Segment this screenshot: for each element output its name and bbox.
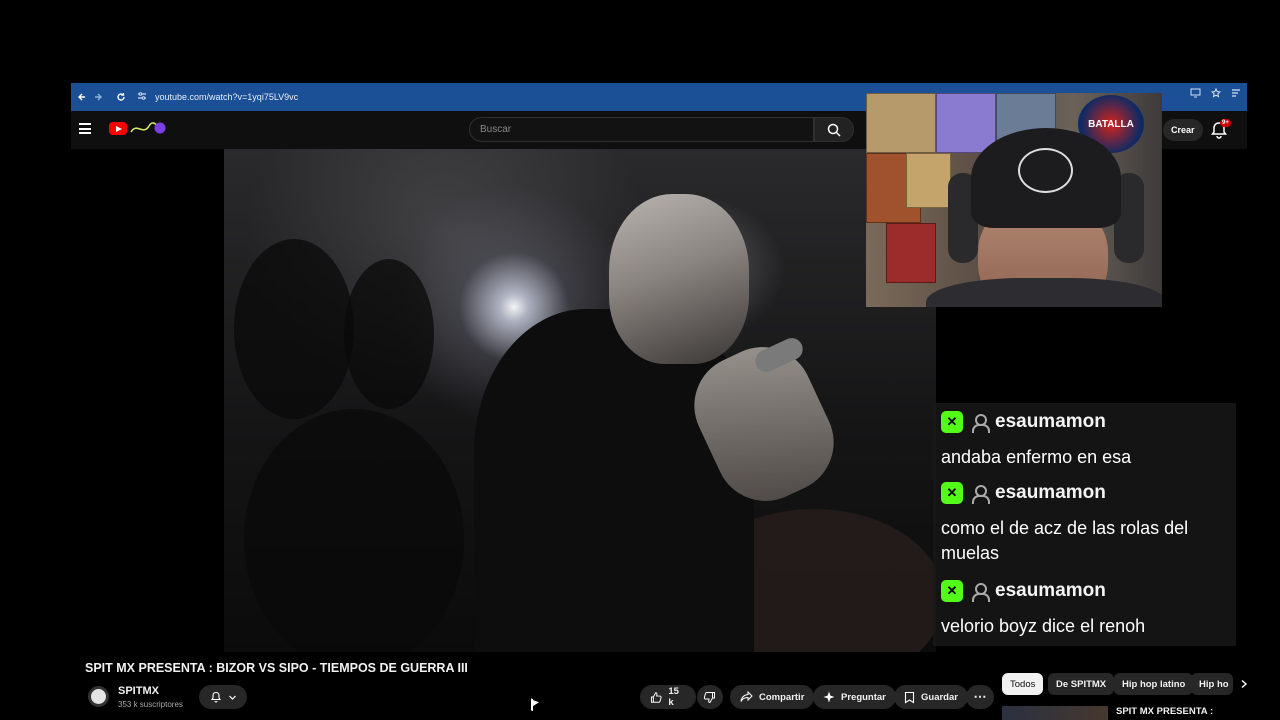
channel-avatar[interactable]	[88, 686, 109, 707]
reload-icon[interactable]	[110, 86, 132, 108]
share-button[interactable]: Compartir	[730, 685, 815, 709]
dislike-button[interactable]	[697, 685, 723, 709]
ask-label: Preguntar	[841, 691, 886, 703]
kick-badge-icon: ✕	[941, 580, 963, 602]
chat-username: esaumamon	[995, 580, 1106, 601]
share-icon	[740, 691, 753, 702]
video-title: SPIT MX PRESENTA : BIZOR VS SIPO - TIEMP…	[85, 661, 468, 675]
menu-icon[interactable]	[79, 123, 91, 134]
youtube-logo-icon[interactable]	[109, 122, 127, 135]
batalla-poster-text: BATALLA	[1088, 118, 1134, 130]
performer-body	[474, 309, 754, 652]
site-info-icon[interactable]	[137, 91, 147, 103]
chat-message-header: ✕ esaumamon	[941, 411, 1106, 433]
browser-actions	[1190, 87, 1241, 101]
more-icon: ⋯	[973, 689, 987, 704]
mouse-cursor	[532, 699, 539, 710]
wall-poster	[936, 93, 996, 153]
forward-icon[interactable]	[87, 86, 109, 108]
search-button[interactable]	[814, 117, 854, 142]
channel-brand-logo[interactable]	[129, 120, 167, 138]
chevron-down-icon	[228, 695, 236, 700]
address-bar[interactable]: youtube.com/watch?v=1yqi75LV9vc	[137, 87, 298, 107]
install-app-icon[interactable]	[1190, 88, 1201, 101]
screen: youtube.com/watch?v=1yqi75LV9vc Buscar C…	[0, 0, 1280, 720]
user-icon	[971, 484, 990, 504]
recommendation-thumbnail[interactable]	[1002, 706, 1108, 720]
crowd-figure	[344, 259, 434, 409]
chat-username: esaumamon	[995, 482, 1106, 503]
chat-message-text: andaba enfermo en esa	[941, 447, 1132, 467]
chat-message-header: ✕ esaumamon	[941, 580, 1106, 602]
bell-icon	[210, 691, 221, 703]
url-text[interactable]: youtube.com/watch?v=1yqi75LV9vc	[155, 92, 298, 102]
ask-button[interactable]: Preguntar	[813, 685, 896, 709]
subscriber-count: 353 k suscriptores	[118, 700, 183, 709]
chip-hip-hop-latino[interactable]: Hip hop latino	[1114, 673, 1194, 695]
create-button[interactable]: Crear	[1163, 119, 1203, 141]
wall-poster	[906, 153, 951, 208]
video-player[interactable]	[224, 149, 936, 652]
recommendation-title[interactable]: SPIT MX PRESENTA :	[1116, 706, 1213, 717]
save-label: Guardar	[921, 691, 958, 703]
streamer-hoodie	[926, 278, 1162, 307]
wall-poster	[886, 223, 936, 283]
crowd-figure	[244, 409, 464, 652]
search-icon	[827, 123, 841, 137]
chat-overlay: ✕ esaumamon andaba enfermo en esa ✕ esau…	[933, 403, 1236, 646]
chat-username: esaumamon	[995, 411, 1106, 432]
channel-name[interactable]: SPITMX	[118, 685, 159, 697]
subscription-bell-button[interactable]	[199, 685, 247, 709]
crowd-figure	[234, 239, 354, 419]
chat-message-header: ✕ esaumamon	[941, 482, 1106, 504]
reading-list-icon[interactable]	[1231, 88, 1241, 101]
share-label: Compartir	[759, 691, 805, 703]
search-placeholder: Buscar	[480, 124, 512, 135]
bookmark-icon	[904, 691, 915, 703]
chat-message-text: como el de acz de las rolas del muelas	[941, 518, 1189, 563]
create-label: Crear	[1171, 125, 1195, 135]
chip-hip-hop[interactable]: Hip ho	[1191, 673, 1233, 695]
chip-from-channel[interactable]: De SPITMX	[1048, 673, 1115, 695]
thumbs-down-icon	[703, 691, 715, 703]
like-button[interactable]: 15 k	[640, 685, 696, 709]
kick-badge-icon: ✕	[941, 411, 963, 433]
wall-poster	[866, 93, 936, 153]
notifications-badge: 9+	[1220, 119, 1231, 127]
webcam-overlay: BATALLA	[866, 93, 1162, 307]
more-actions-button[interactable]: ⋯	[966, 685, 994, 709]
save-button[interactable]: Guardar	[894, 685, 968, 709]
sparkle-icon	[823, 691, 835, 703]
performer-head	[609, 194, 749, 364]
search-input[interactable]: Buscar	[469, 117, 814, 142]
chat-message-text: velorio boyz dice el renoh	[941, 616, 1146, 636]
user-icon	[971, 413, 990, 433]
chip-all[interactable]: Todos	[1002, 673, 1044, 695]
cap-logo	[1018, 148, 1073, 193]
bookmark-star-icon[interactable]	[1210, 87, 1222, 101]
like-count: 15 k	[668, 686, 679, 708]
user-icon	[971, 582, 990, 602]
chevron-right-icon[interactable]	[1239, 679, 1249, 689]
thumbs-up-icon	[650, 691, 662, 703]
kick-badge-icon: ✕	[941, 482, 963, 504]
